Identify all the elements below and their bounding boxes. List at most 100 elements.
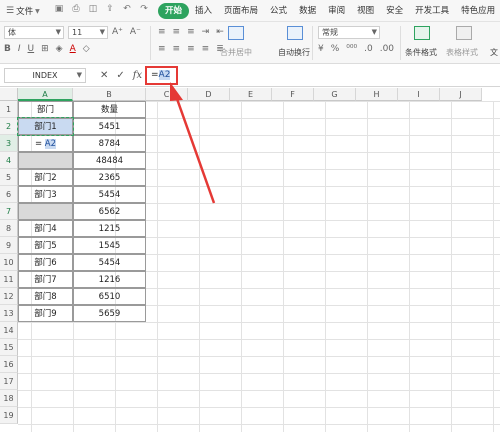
merge-center-button[interactable]: 合并居中 <box>220 47 252 58</box>
tab-item[interactable]: 特色应用 <box>455 3 500 19</box>
border-icon[interactable]: ⊞ <box>41 44 49 54</box>
cell-a2[interactable]: 部门1 <box>18 118 73 135</box>
row-header[interactable]: 16 <box>0 356 18 373</box>
tab-item[interactable]: 公式 <box>264 3 293 19</box>
cell-b9[interactable]: 1545 <box>73 237 146 254</box>
row-header[interactable]: 18 <box>0 390 18 407</box>
row-header[interactable]: 13 <box>0 305 18 322</box>
tab-item[interactable]: 审阅 <box>322 3 351 19</box>
cell-b8[interactable]: 1215 <box>73 220 146 237</box>
font-shrink-icon[interactable]: A⁻ <box>130 27 141 37</box>
merge-center-icon[interactable] <box>228 26 244 40</box>
column-header[interactable]: G <box>314 88 356 101</box>
row-header[interactable]: 7 <box>0 203 18 220</box>
conditional-format-button[interactable]: 条件格式 <box>405 47 437 58</box>
undo-icon[interactable]: ↶ <box>122 4 132 15</box>
export-icon[interactable]: ⇪ <box>105 4 115 15</box>
tab-item[interactable]: 开始 <box>158 3 190 19</box>
cell-b1[interactable]: 数量 <box>73 101 146 118</box>
cell-a13[interactable]: 部门9 <box>18 305 73 322</box>
outdent-icon[interactable]: ⇤ <box>216 27 224 37</box>
cell-b11[interactable]: 1216 <box>73 271 146 288</box>
fill-color-icon[interactable]: ◈ <box>56 44 63 54</box>
align-top-icon[interactable]: ≡ <box>158 27 166 37</box>
confirm-icon[interactable]: ✓ <box>116 68 124 83</box>
redo-icon[interactable]: ↷ <box>139 4 149 15</box>
increase-decimal-icon[interactable]: .0 <box>364 44 373 54</box>
row-header[interactable]: 19 <box>0 407 18 424</box>
tab-item[interactable]: 插入 <box>189 3 218 19</box>
formula-input[interactable]: =A2 <box>145 66 178 85</box>
wrap-text-icon[interactable] <box>287 26 303 40</box>
clear-format-icon[interactable]: ◇ <box>83 44 90 54</box>
font-grow-icon[interactable]: A⁺ <box>112 27 123 37</box>
wrap-text-button[interactable]: 自动换行 <box>278 47 310 58</box>
column-header[interactable]: B <box>73 88 146 101</box>
column-header[interactable]: I <box>398 88 440 101</box>
cell-a6[interactable]: 部门3 <box>18 186 73 203</box>
font-color-icon[interactable]: A <box>70 44 76 54</box>
column-header[interactable]: F <box>272 88 314 101</box>
cell-a8[interactable]: 部门4 <box>18 220 73 237</box>
row-header[interactable]: 10 <box>0 254 18 271</box>
insert-function-icon[interactable]: fx <box>133 68 142 83</box>
text-tools-button[interactable]: 文 <box>490 47 498 58</box>
row-header[interactable]: 8 <box>0 220 18 237</box>
cell-b10[interactable]: 5454 <box>73 254 146 271</box>
align-right-icon[interactable]: ≡ <box>187 44 195 54</box>
row-header[interactable]: 6 <box>0 186 18 203</box>
tab-item[interactable]: 开发工具 <box>409 3 455 19</box>
indent-icon[interactable]: ⇥ <box>202 27 210 37</box>
cell-a1[interactable]: 部门 <box>18 101 73 118</box>
row-header[interactable]: 1 <box>0 101 18 118</box>
percent-icon[interactable]: % <box>331 44 340 54</box>
cancel-icon[interactable]: ✕ <box>100 68 108 83</box>
cell-b2[interactable]: 5451 <box>73 118 146 135</box>
cell-b6[interactable]: 5454 <box>73 186 146 203</box>
row-header[interactable]: 17 <box>0 373 18 390</box>
cell-a10[interactable]: 部门6 <box>18 254 73 271</box>
row-header[interactable]: 12 <box>0 288 18 305</box>
cell-a3[interactable]: = A2 <box>18 135 73 152</box>
column-header[interactable]: J <box>440 88 482 101</box>
cell-a7[interactable] <box>18 203 73 220</box>
row-header[interactable]: 14 <box>0 322 18 339</box>
italic-icon[interactable]: I <box>18 44 21 54</box>
cell-a11[interactable]: 部门7 <box>18 271 73 288</box>
print-preview-icon[interactable]: ◫ <box>88 4 98 15</box>
cell-a4[interactable] <box>18 152 73 169</box>
select-all-corner[interactable] <box>0 88 18 101</box>
column-header[interactable]: C <box>146 88 188 101</box>
underline-icon[interactable]: U <box>28 44 35 54</box>
cell-b7[interactable]: 6562 <box>73 203 146 220</box>
align-middle-icon[interactable]: ≡ <box>173 27 181 37</box>
currency-icon[interactable]: ¥ <box>318 44 324 54</box>
row-header[interactable]: 15 <box>0 339 18 356</box>
cell-b12[interactable]: 6510 <box>73 288 146 305</box>
column-header[interactable]: E <box>230 88 272 101</box>
table-style-button[interactable]: 表格样式 <box>446 47 478 58</box>
align-left-icon[interactable]: ≡ <box>158 44 166 54</box>
row-header[interactable]: 11 <box>0 271 18 288</box>
row-header[interactable]: 9 <box>0 237 18 254</box>
name-box[interactable]: INDEX ▼ <box>4 68 86 83</box>
justify-icon[interactable]: ≡ <box>202 44 210 54</box>
table-style-icon[interactable] <box>456 26 472 40</box>
tab-item[interactable]: 视图 <box>351 3 380 19</box>
row-header[interactable]: 4 <box>0 152 18 169</box>
row-header[interactable]: 3 <box>0 135 18 152</box>
number-format-select[interactable]: 常规 ▼ <box>318 26 380 39</box>
row-header[interactable]: 5 <box>0 169 18 186</box>
font-size-select[interactable]: 11 ▼ <box>68 26 108 39</box>
cell-a5[interactable]: 部门2 <box>18 169 73 186</box>
row-header[interactable]: 2 <box>0 118 18 135</box>
bold-icon[interactable]: B <box>4 44 11 54</box>
tab-item[interactable]: 数据 <box>293 3 322 19</box>
cell-b5[interactable]: 2365 <box>73 169 146 186</box>
print-icon[interactable]: ⎙ <box>71 4 81 15</box>
font-name-select[interactable]: 体 ▼ <box>4 26 64 39</box>
align-center-icon[interactable]: ≡ <box>173 44 181 54</box>
file-menu[interactable]: ☰ 文件 ▼ <box>6 4 40 18</box>
save-icon[interactable]: ▣ <box>54 4 64 15</box>
column-header[interactable]: D <box>188 88 230 101</box>
